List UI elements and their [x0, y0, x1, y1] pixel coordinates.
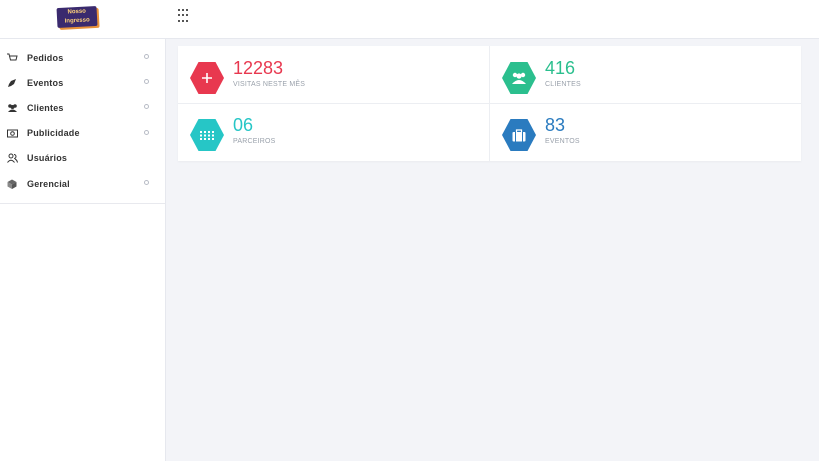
sidebar-item-clientes[interactable]: Clientes — [0, 95, 165, 120]
stat-parceiros[interactable]: 06 PARCEIROS — [190, 115, 490, 168]
plus-icon — [202, 73, 212, 83]
logo-text-bottom: Ingresso — [64, 17, 90, 25]
rocket-icon — [6, 77, 18, 89]
submenu-indicator-icon — [144, 179, 149, 185]
grid-icon — [200, 130, 214, 140]
hexagon-badge — [190, 62, 224, 94]
stat-label: CLIENTES — [545, 81, 581, 88]
sidebar-item-label: Usuários — [27, 153, 68, 164]
submenu-indicator-icon — [144, 104, 149, 110]
stat-label: EVENTOS — [545, 138, 580, 145]
user-group-icon — [6, 152, 18, 164]
hexagon-badge — [502, 119, 536, 151]
stat-value: 06 — [233, 115, 254, 135]
sidebar-item-label: Gerencial — [27, 178, 70, 189]
top-bar: Nosso Ingresso — [0, 0, 819, 39]
cart-icon — [6, 52, 18, 64]
sidebar-item-eventos[interactable]: Eventos — [0, 70, 165, 95]
hexagon-badge — [190, 119, 224, 151]
briefcase-icon — [512, 128, 526, 141]
submenu-indicator-icon — [144, 79, 149, 85]
sidebar-item-publicidade[interactable]: Publicidade — [0, 121, 165, 146]
stat-label: PARCEIROS — [233, 138, 276, 145]
sidebar-item-label: Publicidade — [27, 128, 80, 139]
stat-visitas[interactable]: 12283 VISITAS NESTE MÊS — [190, 58, 490, 111]
sidebar-item-gerencial[interactable]: Gerencial — [0, 171, 165, 196]
users-icon — [512, 72, 526, 84]
stat-label: VISITAS NESTE MÊS — [233, 81, 306, 88]
sidebar-item-label: Eventos — [27, 77, 64, 88]
sidebar-menu: Pedidos Eventos Clientes Publicidade Usu… — [0, 45, 165, 205]
stat-value: 12283 — [233, 58, 284, 78]
stat-clientes[interactable]: 416 CLIENTES — [502, 58, 802, 111]
submenu-indicator-icon — [144, 129, 149, 135]
submenu-indicator-icon — [144, 54, 149, 59]
sidebar-item-label: Clientes — [27, 102, 64, 113]
stats-panel: 12283 VISITAS NESTE MÊS 416 CLIENTES 06 … — [178, 46, 801, 161]
sidebar-item-pedidos[interactable]: Pedidos — [0, 45, 165, 70]
users-icon — [6, 102, 18, 114]
sidebar-item-label: Pedidos — [27, 52, 64, 63]
hexagon-badge — [502, 62, 536, 94]
sidebar: Pedidos Eventos Clientes Publicidade Usu… — [0, 39, 166, 461]
money-icon — [6, 127, 18, 139]
brand-logo[interactable]: Nosso Ingresso — [56, 5, 98, 29]
apps-grid-icon[interactable] — [178, 9, 192, 23]
sidebar-item-usuarios[interactable]: Usuários — [0, 146, 165, 171]
cube-icon — [6, 178, 18, 190]
stat-eventos[interactable]: 83 EVENTOS — [502, 115, 802, 168]
stat-value: 83 — [545, 115, 566, 135]
stat-value: 416 — [545, 58, 576, 78]
